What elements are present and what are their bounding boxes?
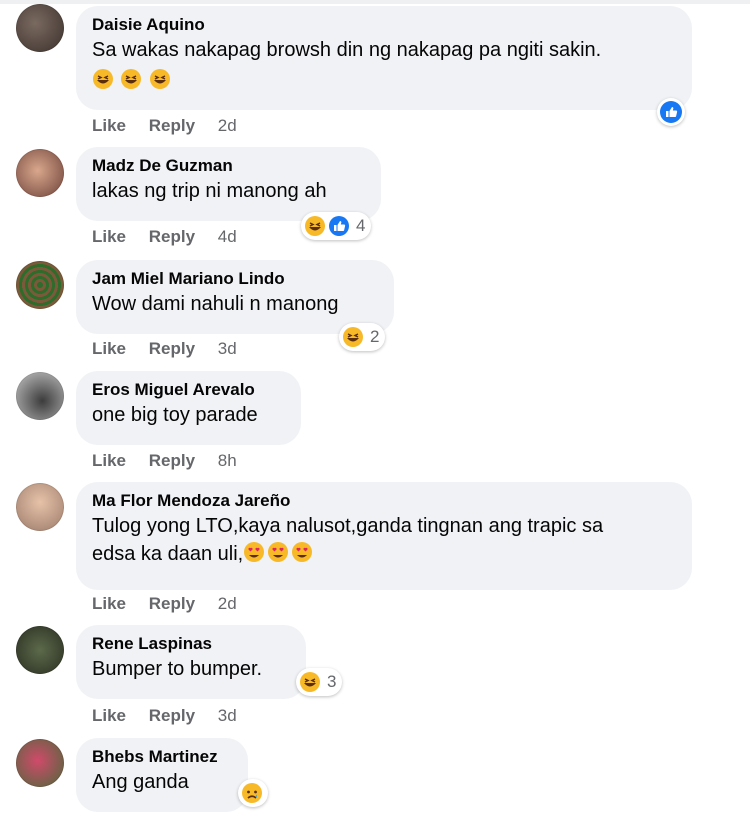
comment-author[interactable]: Eros Miguel Arevalo (92, 379, 285, 401)
comment-actions: Like Reply 2d (92, 594, 255, 614)
comment-timestamp[interactable]: 4d (218, 227, 237, 246)
reply-link[interactable]: Reply (149, 339, 195, 358)
haha-emoji-icon (120, 68, 142, 90)
comment-timestamp[interactable]: 2d (218, 594, 237, 613)
comment-author[interactable]: Bhebs Martinez (92, 746, 232, 768)
comment-timestamp[interactable]: 3d (218, 339, 237, 358)
haha-icon (342, 326, 364, 348)
haha-emoji-icon (149, 68, 171, 90)
avatar[interactable] (16, 483, 64, 531)
comment-bubble: Rene Laspinas Bumper to bumper. (76, 625, 306, 699)
emoji-line (92, 68, 676, 92)
like-link[interactable]: Like (92, 339, 126, 358)
heart-eyes-emoji-icon (243, 541, 265, 563)
comment-text: Tulog yong LTO,kaya nalusot,ganda tingna… (92, 515, 604, 537)
reply-link[interactable]: Reply (149, 451, 195, 470)
comment-actions: Like Reply 3d (92, 706, 255, 726)
avatar[interactable] (16, 149, 64, 197)
like-icon (328, 215, 350, 237)
comment-bubble: Daisie Aquino Sa wakas nakapag browsh di… (76, 6, 692, 110)
avatar[interactable] (16, 739, 64, 787)
heart-eyes-emoji-icon (291, 541, 313, 563)
like-icon (660, 101, 682, 123)
avatar[interactable] (16, 372, 64, 420)
reply-link[interactable]: Reply (149, 706, 195, 725)
comment-text: Wow dami nahuli n manong (92, 293, 339, 315)
like-link[interactable]: Like (92, 451, 126, 470)
comment-bubble: Jam Miel Mariano Lindo Wow dami nahuli n… (76, 260, 394, 334)
reaction-summary[interactable]: 3 (296, 668, 343, 696)
comment-bubble: Ma Flor Mendoza Jareño Tulog yong LTO,ka… (76, 482, 692, 590)
reaction-count: 3 (327, 672, 337, 691)
sad-icon (241, 782, 263, 804)
reaction-summary[interactable]: 2 (339, 323, 386, 351)
comment-author[interactable]: Daisie Aquino (92, 14, 676, 36)
comment-author[interactable]: Rene Laspinas (92, 633, 290, 655)
comment-actions: Like Reply 4d (92, 227, 255, 247)
comment-bubble: Eros Miguel Arevalo one big toy parade (76, 371, 301, 445)
reply-link[interactable]: Reply (149, 594, 195, 613)
comment-timestamp[interactable]: 3d (218, 706, 237, 725)
comment-actions: Like Reply 8h (92, 451, 255, 471)
like-link[interactable]: Like (92, 227, 126, 246)
haha-icon (299, 671, 321, 693)
reaction-count: 4 (356, 216, 366, 235)
like-link[interactable]: Like (92, 116, 126, 135)
comment-actions: Like Reply 2d (92, 116, 255, 136)
like-reaction-badge[interactable] (657, 98, 685, 126)
like-link[interactable]: Like (92, 706, 126, 725)
reply-link[interactable]: Reply (149, 116, 195, 135)
comment-text: Bumper to bumper. (92, 658, 263, 680)
comment-author[interactable]: Ma Flor Mendoza Jareño (92, 490, 676, 512)
haha-icon (304, 215, 326, 237)
comment-author[interactable]: Madz De Guzman (92, 155, 365, 177)
like-link[interactable]: Like (92, 594, 126, 613)
comment-timestamp[interactable]: 8h (218, 451, 237, 470)
reaction-count: 2 (370, 327, 380, 346)
avatar[interactable] (16, 4, 64, 52)
comment-text: Ang ganda (92, 771, 189, 793)
heart-eyes-emoji-icon (267, 541, 289, 563)
comment-text-continued: edsa ka daan uli, (92, 543, 244, 565)
comment-bubble: Bhebs Martinez Ang ganda (76, 738, 248, 812)
comment-bubble: Madz De Guzman lakas ng trip ni manong a… (76, 147, 381, 221)
comment-text: one big toy parade (92, 404, 258, 426)
comment-text: Sa wakas nakapag browsh din ng nakapag p… (92, 39, 602, 61)
comment-author[interactable]: Jam Miel Mariano Lindo (92, 268, 378, 290)
reaction-summary[interactable] (238, 779, 268, 807)
avatar[interactable] (16, 626, 64, 674)
reaction-summary[interactable]: 4 (301, 212, 372, 240)
haha-emoji-icon (92, 68, 114, 90)
avatar[interactable] (16, 261, 64, 309)
reply-link[interactable]: Reply (149, 227, 195, 246)
comment-actions: Like Reply 3d (92, 339, 255, 359)
comment-text: lakas ng trip ni manong ah (92, 180, 327, 202)
comment-timestamp[interactable]: 2d (218, 116, 237, 135)
comment-text-line2: edsa ka daan uli, (92, 540, 676, 568)
top-divider (0, 0, 750, 4)
